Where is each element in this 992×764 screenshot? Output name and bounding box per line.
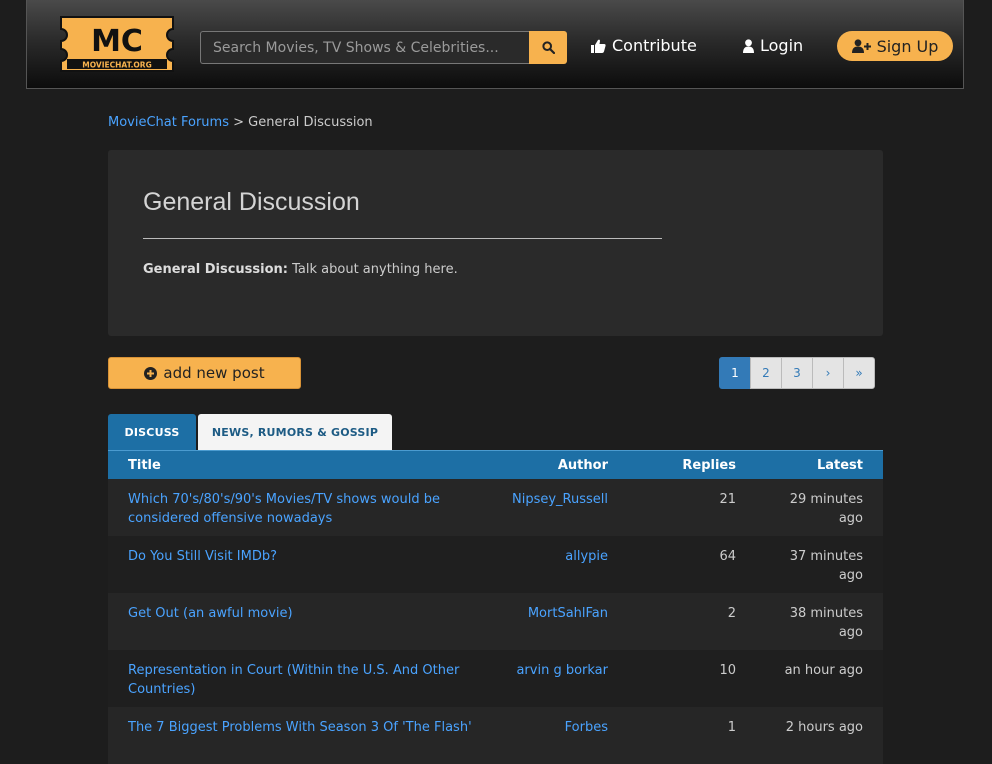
column-header-title[interactable]: Title xyxy=(128,458,161,473)
forum-description: General Discussion: Talk about anything … xyxy=(143,262,458,277)
last-page-button[interactable]: » xyxy=(843,357,875,389)
thread-title-link[interactable]: Do You Still Visit IMDb? xyxy=(128,547,488,566)
thumbs-up-icon xyxy=(591,39,606,53)
logo-letters: MC xyxy=(91,24,143,59)
thread-title-link[interactable]: The 7 Biggest Problems With Season 3 Of … xyxy=(128,718,488,737)
table-row: Get Out (an awful movie) MortSahlFan 2 3… xyxy=(108,593,883,650)
thread-title-link[interactable]: Representation in Court (Within the U.S.… xyxy=(128,661,488,699)
page-1-button[interactable]: 1 xyxy=(719,357,751,389)
thread-title-link[interactable]: Get Out (an awful movie) xyxy=(128,604,488,623)
logo-subtitle: MOVIECHAT.ORG xyxy=(82,61,152,70)
contribute-link[interactable]: Contribute xyxy=(591,36,697,55)
table-row: The 7 Biggest Problems With Season 3 Of … xyxy=(108,707,883,764)
add-new-post-label: add new post xyxy=(163,364,265,382)
thread-author-link[interactable]: MortSahlFan xyxy=(528,604,608,623)
thread-title-link[interactable]: Which 70's/80's/90's Movies/TV shows wou… xyxy=(128,490,488,528)
search-input[interactable] xyxy=(200,31,529,64)
login-label: Login xyxy=(760,36,804,55)
thread-latest[interactable]: 29 minutes ago xyxy=(773,490,863,528)
search-bar xyxy=(200,31,567,64)
forum-description-label: General Discussion: xyxy=(143,262,288,277)
table-row: Which 70's/80's/90's Movies/TV shows wou… xyxy=(108,479,883,536)
thread-latest[interactable]: an hour ago xyxy=(773,661,863,680)
plus-circle-icon xyxy=(144,366,158,380)
forum-description-text: Talk about anything here. xyxy=(292,262,458,277)
thread-author-link[interactable]: allypie xyxy=(565,547,608,566)
user-icon xyxy=(743,38,754,53)
column-header-replies[interactable]: Replies xyxy=(682,458,736,473)
table-row: Representation in Court (Within the U.S.… xyxy=(108,650,883,707)
page-3-button[interactable]: 3 xyxy=(781,357,813,389)
thread-latest[interactable]: 37 minutes ago xyxy=(773,547,863,585)
pagination: 1 2 3 › » xyxy=(719,357,875,389)
table-header: Title Author Replies Latest xyxy=(108,450,883,479)
page-2-button[interactable]: 2 xyxy=(750,357,782,389)
search-button[interactable] xyxy=(529,31,567,64)
contribute-label: Contribute xyxy=(612,36,697,55)
thread-replies: 21 xyxy=(719,492,736,507)
table-body: Which 70's/80's/90's Movies/TV shows wou… xyxy=(108,479,883,764)
search-icon xyxy=(541,41,555,54)
forum-info-box: General Discussion General Discussion: T… xyxy=(108,150,883,336)
user-plus-icon xyxy=(851,39,871,53)
table-row: Do You Still Visit IMDb? allypie 64 37 m… xyxy=(108,536,883,593)
breadcrumb: MovieChat Forums > General Discussion xyxy=(108,115,373,130)
breadcrumb-root-link[interactable]: MovieChat Forums xyxy=(108,115,229,130)
thread-latest[interactable]: 2 hours ago xyxy=(773,718,863,737)
breadcrumb-separator: > xyxy=(233,115,245,130)
signup-label: Sign Up xyxy=(876,36,939,56)
thread-replies: 10 xyxy=(719,663,736,678)
tab-discuss[interactable]: DISCUSS xyxy=(108,414,196,450)
threads-table: Title Author Replies Latest Which 70's/8… xyxy=(108,450,883,764)
tab-news-rumors-gossip[interactable]: NEWS, RUMORS & GOSSIP xyxy=(198,414,392,450)
title-divider xyxy=(143,238,662,239)
moviechat-logo[interactable]: MC MOVIECHAT.ORG xyxy=(55,15,179,73)
column-header-author[interactable]: Author xyxy=(558,458,608,473)
next-page-button[interactable]: › xyxy=(812,357,844,389)
signup-button[interactable]: Sign Up xyxy=(837,31,953,61)
thread-author-link[interactable]: Forbes xyxy=(565,718,608,737)
thread-replies: 2 xyxy=(727,606,736,621)
column-header-latest[interactable]: Latest xyxy=(817,458,863,473)
thread-author-link[interactable]: arvin g borkar xyxy=(516,661,608,680)
add-new-post-button[interactable]: add new post xyxy=(108,357,301,389)
thread-latest[interactable]: 38 minutes ago xyxy=(773,604,863,642)
thread-replies: 1 xyxy=(727,720,736,735)
thread-author-link[interactable]: Nipsey_Russell xyxy=(512,490,608,509)
login-link[interactable]: Login xyxy=(743,36,803,55)
page-title: General Discussion xyxy=(143,188,360,216)
thread-replies: 64 xyxy=(719,549,736,564)
breadcrumb-current: General Discussion xyxy=(248,115,373,130)
site-header: MC MOVIECHAT.ORG Contribute Login xyxy=(26,0,964,89)
